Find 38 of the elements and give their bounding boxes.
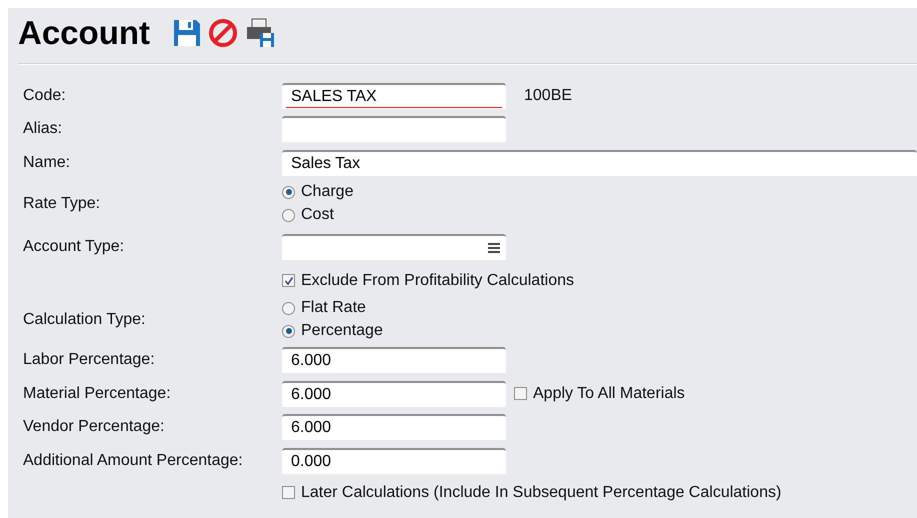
dropdown-field[interactable] xyxy=(282,234,506,260)
field-label: Material Percentage: xyxy=(23,384,171,402)
field-label: Labor Percentage: xyxy=(23,351,155,368)
cancel-icon[interactable] xyxy=(208,18,238,48)
field-label: Exclude From Profitability Calculations xyxy=(301,270,574,290)
account-code: 100BE xyxy=(524,86,572,106)
checkbox[interactable] xyxy=(282,486,295,499)
radio-label: Percentage xyxy=(301,321,383,341)
page-title: Account xyxy=(18,13,150,54)
field-label: Vendor Percentage: xyxy=(23,418,164,436)
input-field[interactable] xyxy=(282,116,506,142)
checkbox[interactable] xyxy=(514,387,527,400)
input-field[interactable]: 0.000 xyxy=(282,448,506,474)
radio-label: Cost xyxy=(301,205,334,225)
radio-button[interactable] xyxy=(282,186,295,198)
radio-label: Flat Rate xyxy=(301,298,366,318)
radio-button[interactable] xyxy=(282,324,295,338)
input-field[interactable]: 6.000 xyxy=(282,380,506,407)
save-icon[interactable] xyxy=(172,18,202,48)
field-label: Account Type: xyxy=(23,238,124,254)
field-label: Calculation Type: xyxy=(23,310,146,328)
print-icon[interactable] xyxy=(244,17,276,49)
radio-button[interactable] xyxy=(282,208,295,222)
field-label: Code: xyxy=(23,86,66,104)
checkbox[interactable] xyxy=(282,274,295,287)
field-label: Rate Type: xyxy=(23,194,100,212)
radio-label: Charge xyxy=(301,182,354,202)
input-field[interactable]: 6.000 xyxy=(282,414,506,440)
menu-icon xyxy=(488,242,500,252)
radio-button[interactable] xyxy=(282,302,295,314)
field-label: Name: xyxy=(23,154,70,171)
field-label: Additional Amount Percentage: xyxy=(23,452,243,469)
input-field[interactable]: SALES TAX xyxy=(282,82,506,109)
field-label: Alias: xyxy=(23,120,62,138)
input-field[interactable]: 6.000 xyxy=(282,347,506,374)
field-label: Later Calculations (Include In Subsequent Percentage Calculations) xyxy=(301,482,782,502)
input-field[interactable]: Sales Tax xyxy=(282,150,917,176)
checkbox-label: Apply To All Materials xyxy=(533,384,685,404)
